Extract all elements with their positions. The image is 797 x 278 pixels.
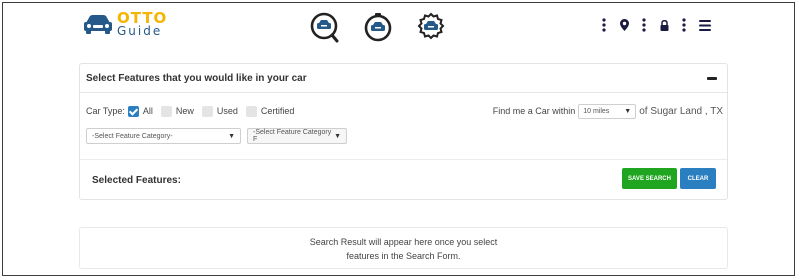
- dropdown-caret-icon: ▼: [624, 107, 632, 115]
- center-nav-icons: [309, 11, 468, 43]
- car-type-used-label: Used: [216, 106, 238, 116]
- more-vert-icon[interactable]: [638, 16, 650, 34]
- car-search-icon[interactable]: [309, 11, 341, 43]
- top-header: OTTO Guide: [3, 3, 794, 49]
- car-type-all-checkbox[interactable]: All: [127, 105, 153, 117]
- checkbox-icon[interactable]: [245, 105, 257, 117]
- car-type-certified-label: Certified: [260, 106, 295, 116]
- feature-category-select[interactable]: -Select Feature Category- ▼: [86, 128, 241, 144]
- feature-selection-panel: Select Features that you would like in y…: [79, 63, 728, 200]
- collapse-icon[interactable]: [707, 76, 717, 80]
- otto-guide-logo[interactable]: OTTO Guide: [83, 11, 167, 37]
- car-settings-icon[interactable]: [415, 11, 447, 43]
- search-results-panel: Search Result will appear here once you …: [79, 227, 728, 269]
- checkbox-icon[interactable]: [201, 105, 213, 117]
- find-car-label: Find me a Car within: [492, 106, 576, 116]
- filter-row: Car Type: All New Used Certified Find me…: [86, 103, 723, 119]
- car-logo-icon: [84, 15, 112, 34]
- panel-header: Select Features that you would like in y…: [80, 64, 727, 93]
- checkbox-icon[interactable]: [160, 105, 172, 117]
- more-vert-icon[interactable]: [678, 16, 690, 34]
- results-message-line1: Search Result will appear here once you …: [309, 237, 498, 247]
- car-type-group: Car Type: All New Used Certified: [86, 104, 302, 118]
- car-type-used-checkbox[interactable]: Used: [201, 105, 238, 117]
- page-frame: OTTO Guide Select Features that you woul…: [2, 2, 795, 276]
- right-nav-icons: [590, 16, 712, 34]
- car-type-certified-checkbox[interactable]: Certified: [245, 105, 295, 117]
- lock-icon[interactable]: [658, 16, 670, 34]
- distance-filter: Find me a Car within 10 miles ▼ of Sugar…: [492, 103, 723, 119]
- checkbox-checked-icon[interactable]: [127, 105, 139, 117]
- distance-value: 10 miles: [583, 107, 610, 115]
- feature-subcategory-value: -Select Feature Category F: [253, 129, 332, 143]
- logo-guide-text: Guide: [117, 24, 163, 38]
- dropdown-caret-icon: ▼: [228, 132, 235, 140]
- car-timer-icon[interactable]: [362, 11, 394, 43]
- more-vert-icon[interactable]: [598, 16, 610, 34]
- save-search-button[interactable]: SAVE SEARCH: [622, 168, 677, 189]
- selected-features-title: Selected Features:: [92, 175, 181, 186]
- car-type-all-label: All: [142, 106, 153, 116]
- selected-features-bar: Selected Features: SAVE SEARCH CLEAR: [80, 159, 727, 200]
- results-message-line2: features in the Search Form.: [346, 251, 461, 261]
- car-type-label: Car Type:: [86, 106, 125, 116]
- car-type-new-checkbox[interactable]: New: [160, 105, 194, 117]
- location-text: of Sugar Land , TX: [639, 105, 723, 117]
- feature-subcategory-select[interactable]: -Select Feature Category F ▼: [247, 128, 347, 144]
- clear-button[interactable]: CLEAR: [680, 168, 716, 189]
- dropdown-caret-icon: ▼: [334, 132, 341, 140]
- category-select-row: -Select Feature Category- ▼ -Select Feat…: [86, 128, 347, 144]
- feature-category-value: -Select Feature Category-: [92, 132, 173, 140]
- location-pin-icon[interactable]: [618, 16, 630, 34]
- distance-select[interactable]: 10 miles ▼: [578, 103, 637, 119]
- menu-icon[interactable]: [698, 16, 712, 34]
- panel-title: Select Features that you would like in y…: [86, 72, 307, 84]
- car-type-new-label: New: [175, 106, 194, 116]
